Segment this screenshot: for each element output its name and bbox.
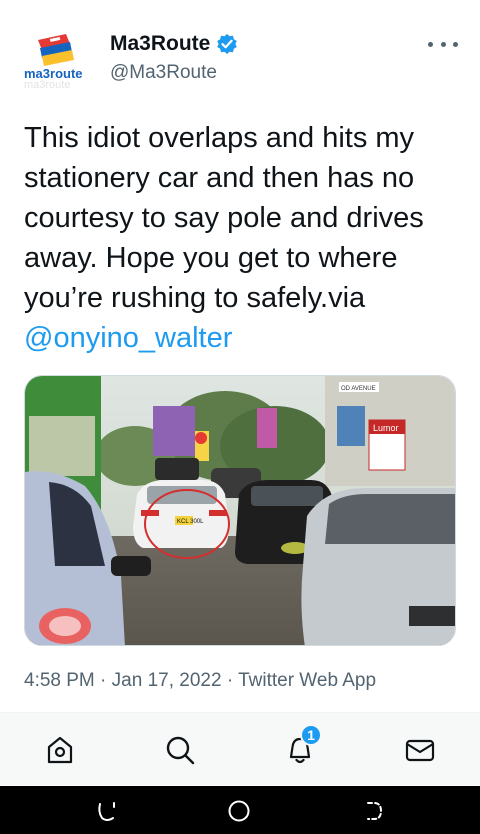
- svg-text:ma3route: ma3route: [24, 79, 70, 91]
- search-icon[interactable]: [163, 733, 197, 767]
- tweet-text: This idiot overlaps and hits my statione…: [24, 118, 464, 358]
- tweet-meta: 4:58 PM · Jan 17, 2022 · Twitter Web App: [24, 670, 376, 692]
- tweet-time[interactable]: 4:58 PM: [24, 670, 95, 691]
- system-navigation-bar: [0, 786, 480, 834]
- tweet-date[interactable]: Jan 17, 2022: [112, 670, 222, 691]
- more-options-icon[interactable]: [428, 34, 458, 54]
- author-handle[interactable]: @Ma3Route: [110, 62, 217, 84]
- tweet-body: This idiot overlaps and hits my statione…: [24, 122, 424, 314]
- tweet-header: ma3route ma3route Ma3Route @Ma3Route: [0, 0, 480, 100]
- recents-icon[interactable]: [94, 798, 120, 824]
- mail-icon[interactable]: [403, 733, 437, 767]
- mention-link[interactable]: @onyino_walter: [24, 322, 232, 354]
- author-display-name[interactable]: Ma3Route: [110, 32, 210, 56]
- tweet-source: Twitter Web App: [238, 670, 377, 691]
- home-icon[interactable]: [43, 733, 77, 767]
- bottom-tab-bar: [0, 713, 480, 785]
- meta-separator: ·: [100, 670, 107, 691]
- avatar[interactable]: ma3route ma3route: [22, 28, 94, 92]
- meta-separator-2: ·: [226, 670, 234, 691]
- road-sign-text: OD AVENUE: [341, 386, 376, 392]
- notification-count-badge: 1: [300, 724, 322, 746]
- back-icon[interactable]: [360, 798, 386, 824]
- home-button-icon[interactable]: [226, 798, 252, 824]
- tweet-photo[interactable]: OD AVENUE Lumor KCL 300L: [24, 375, 456, 646]
- plate-text: KCL 300L: [177, 519, 204, 525]
- author-name-row[interactable]: Ma3Route: [110, 32, 238, 56]
- verified-badge-icon: [216, 33, 238, 55]
- shop-sign-text: Lumor: [373, 423, 399, 433]
